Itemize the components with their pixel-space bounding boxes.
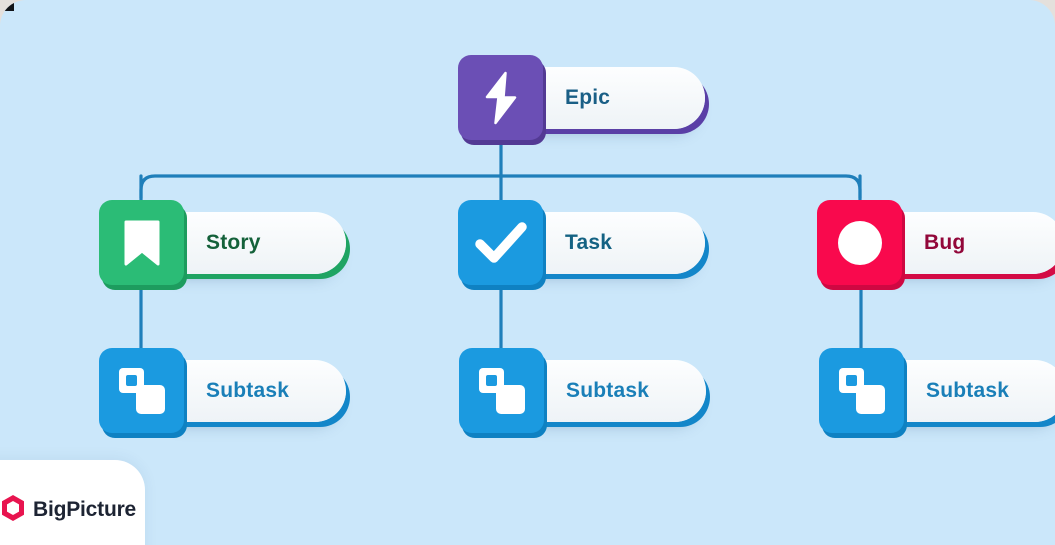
- epic-label-pill[interactable]: Epic: [525, 66, 705, 129]
- bigpicture-hexagon-logo-icon: [0, 494, 26, 527]
- subtask-bug-icon-box[interactable]: [819, 348, 904, 433]
- task-label: Task: [565, 230, 613, 254]
- epic-icon-box[interactable]: [458, 55, 543, 140]
- subtask-squares-icon: [837, 366, 887, 416]
- subtask-bug-label-pill[interactable]: Subtask: [886, 359, 1055, 422]
- subtask-story-icon-box[interactable]: [99, 348, 184, 433]
- story-icon-box[interactable]: [99, 200, 184, 285]
- branding-panel: BigPicture: [0, 460, 145, 545]
- node-epic[interactable]: Epic: [458, 55, 705, 140]
- corner-notch: [0, 0, 14, 11]
- task-label-pill[interactable]: Task: [525, 211, 705, 274]
- bug-icon-box[interactable]: [817, 200, 902, 285]
- node-subtask-story[interactable]: Subtask: [99, 348, 346, 433]
- node-story[interactable]: Story: [99, 200, 346, 285]
- connector-bus-horizontal: [139, 174, 862, 200]
- subtask-squares-icon: [477, 366, 527, 416]
- node-subtask-task[interactable]: Subtask: [459, 348, 706, 433]
- lightning-bolt-icon: [479, 71, 523, 125]
- node-task[interactable]: Task: [458, 200, 705, 285]
- bug-label-pill[interactable]: Bug: [884, 211, 1055, 274]
- story-label: Story: [206, 230, 261, 254]
- node-bug[interactable]: Bug: [817, 200, 1055, 285]
- checkmark-icon: [474, 221, 527, 265]
- bookmark-icon: [122, 218, 162, 268]
- subtask-story-label-pill[interactable]: Subtask: [166, 359, 346, 422]
- screenshot-stage: Epic Story Task Bug Subtask Subtask Subt…: [0, 0, 1055, 545]
- subtask-task-label-pill[interactable]: Subtask: [526, 359, 706, 422]
- epic-label: Epic: [565, 85, 611, 109]
- subtask-task-label: Subtask: [566, 378, 650, 402]
- subtask-story-label: Subtask: [206, 378, 290, 402]
- node-subtask-bug[interactable]: Subtask: [819, 348, 1055, 433]
- story-label-pill[interactable]: Story: [166, 211, 346, 274]
- brand-name: BigPicture: [33, 498, 137, 521]
- bug-label: Bug: [924, 230, 966, 254]
- subtask-squares-icon: [117, 366, 167, 416]
- subtask-task-icon-box[interactable]: [459, 348, 544, 433]
- task-icon-box[interactable]: [458, 200, 543, 285]
- subtask-bug-label: Subtask: [926, 378, 1010, 402]
- diagram-canvas: Epic Story Task Bug Subtask Subtask Subt…: [0, 0, 1055, 545]
- circle-dot-icon: [836, 219, 884, 267]
